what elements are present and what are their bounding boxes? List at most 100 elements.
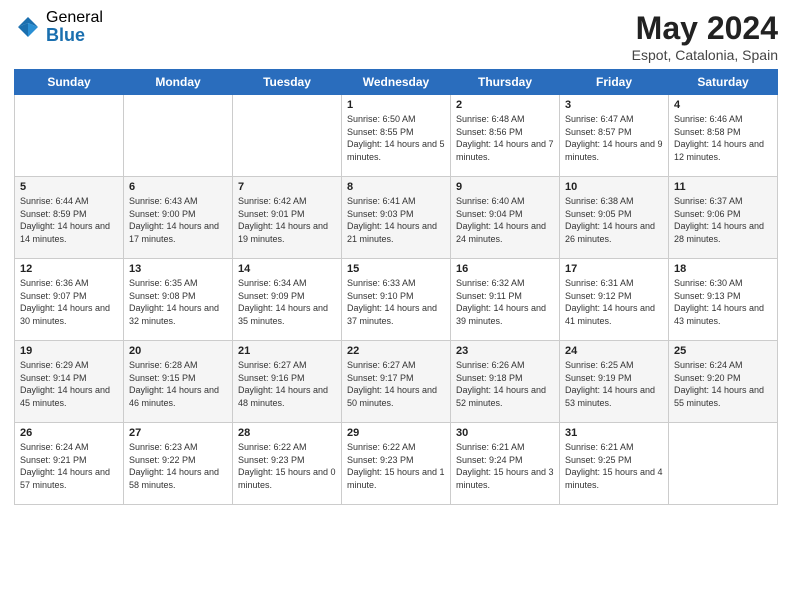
day-info: Sunrise: 6:24 AM Sunset: 9:21 PM Dayligh… [20,441,118,491]
main-title: May 2024 [632,10,778,47]
day-number: 18 [674,263,772,275]
calendar-cell: 25 Sunrise: 6:24 AM Sunset: 9:20 PM Dayli… [669,341,778,423]
calendar-cell: 29 Sunrise: 6:22 AM Sunset: 9:23 PM Dayli… [342,423,451,505]
calendar-cell [233,95,342,177]
day-number: 30 [456,427,554,439]
day-number: 3 [565,99,663,111]
week-row-5: 26 Sunrise: 6:24 AM Sunset: 9:21 PM Dayli… [15,423,778,505]
day-number: 28 [238,427,336,439]
day-number: 23 [456,345,554,357]
day-info: Sunrise: 6:30 AM Sunset: 9:13 PM Dayligh… [674,277,772,327]
day-number: 10 [565,181,663,193]
col-header-thursday: Thursday [451,70,560,95]
day-info: Sunrise: 6:37 AM Sunset: 9:06 PM Dayligh… [674,195,772,245]
day-info: Sunrise: 6:26 AM Sunset: 9:18 PM Dayligh… [456,359,554,409]
day-info: Sunrise: 6:48 AM Sunset: 8:56 PM Dayligh… [456,113,554,163]
col-header-sunday: Sunday [15,70,124,95]
day-info: Sunrise: 6:42 AM Sunset: 9:01 PM Dayligh… [238,195,336,245]
week-row-4: 19 Sunrise: 6:29 AM Sunset: 9:14 PM Dayli… [15,341,778,423]
day-info: Sunrise: 6:50 AM Sunset: 8:55 PM Dayligh… [347,113,445,163]
day-number: 21 [238,345,336,357]
calendar-cell: 26 Sunrise: 6:24 AM Sunset: 9:21 PM Dayli… [15,423,124,505]
calendar-cell: 6Sunrise: 6:43 AM Sunset: 9:00 PM Daylig… [124,177,233,259]
calendar-cell: 19 Sunrise: 6:29 AM Sunset: 9:14 PM Dayli… [15,341,124,423]
day-info: Sunrise: 6:28 AM Sunset: 9:15 PM Dayligh… [129,359,227,409]
day-number: 8 [347,181,445,193]
day-info: Sunrise: 6:29 AM Sunset: 9:14 PM Dayligh… [20,359,118,409]
week-row-1: 1 Sunrise: 6:50 AM Sunset: 8:55 PM Daylig… [15,95,778,177]
day-info: Sunrise: 6:35 AM Sunset: 9:08 PM Dayligh… [129,277,227,327]
day-info: Sunrise: 6:27 AM Sunset: 9:16 PM Dayligh… [238,359,336,409]
day-info: Sunrise: 6:22 AM Sunset: 9:23 PM Dayligh… [347,441,445,491]
day-info: Sunrise: 6:41 AM Sunset: 9:03 PM Dayligh… [347,195,445,245]
calendar-cell: 14 Sunrise: 6:34 AM Sunset: 9:09 PM Dayli… [233,259,342,341]
day-info: Sunrise: 6:46 AM Sunset: 8:58 PM Dayligh… [674,113,772,163]
subtitle: Espot, Catalonia, Spain [632,47,778,63]
day-number: 13 [129,263,227,275]
day-number: 15 [347,263,445,275]
day-number: 20 [129,345,227,357]
day-info: Sunrise: 6:44 AM Sunset: 8:59 PM Dayligh… [20,195,118,245]
calendar-cell: 5 Sunrise: 6:44 AM Sunset: 8:59 PM Daylig… [15,177,124,259]
calendar-cell: 15Sunrise: 6:33 AM Sunset: 9:10 PM Dayli… [342,259,451,341]
col-header-wednesday: Wednesday [342,70,451,95]
day-number: 12 [20,263,118,275]
calendar-cell: 2 Sunrise: 6:48 AM Sunset: 8:56 PM Daylig… [451,95,560,177]
day-number: 2 [456,99,554,111]
day-number: 9 [456,181,554,193]
day-info: Sunrise: 6:25 AM Sunset: 9:19 PM Dayligh… [565,359,663,409]
day-number: 4 [674,99,772,111]
col-header-tuesday: Tuesday [233,70,342,95]
day-info: Sunrise: 6:31 AM Sunset: 9:12 PM Dayligh… [565,277,663,327]
day-info: Sunrise: 6:36 AM Sunset: 9:07 PM Dayligh… [20,277,118,327]
logo: General Blue [14,10,103,44]
week-row-2: 5 Sunrise: 6:44 AM Sunset: 8:59 PM Daylig… [15,177,778,259]
calendar-cell: 23 Sunrise: 6:26 AM Sunset: 9:18 PM Dayli… [451,341,560,423]
calendar-cell: 1 Sunrise: 6:50 AM Sunset: 8:55 PM Daylig… [342,95,451,177]
logo-icon [14,13,42,41]
calendar-cell: 31Sunrise: 6:21 AM Sunset: 9:25 PM Dayli… [560,423,669,505]
page: General Blue May 2024 Espot, Catalonia, … [0,0,792,612]
calendar-cell: 21 Sunrise: 6:27 AM Sunset: 9:16 PM Dayli… [233,341,342,423]
day-info: Sunrise: 6:47 AM Sunset: 8:57 PM Dayligh… [565,113,663,163]
day-info: Sunrise: 6:32 AM Sunset: 9:11 PM Dayligh… [456,277,554,327]
day-number: 26 [20,427,118,439]
day-number: 29 [347,427,445,439]
calendar-cell: 9 Sunrise: 6:40 AM Sunset: 9:04 PM Daylig… [451,177,560,259]
logo-text: General Blue [46,10,103,44]
day-number: 1 [347,99,445,111]
day-number: 24 [565,345,663,357]
calendar-cell: 3 Sunrise: 6:47 AM Sunset: 8:57 PM Daylig… [560,95,669,177]
calendar-cell: 10 Sunrise: 6:38 AM Sunset: 9:05 PM Dayli… [560,177,669,259]
day-info: Sunrise: 6:24 AM Sunset: 9:20 PM Dayligh… [674,359,772,409]
col-header-monday: Monday [124,70,233,95]
col-header-saturday: Saturday [669,70,778,95]
calendar-cell: 30Sunrise: 6:21 AM Sunset: 9:24 PM Dayli… [451,423,560,505]
calendar-cell: 18 Sunrise: 6:30 AM Sunset: 9:13 PM Dayli… [669,259,778,341]
header: General Blue May 2024 Espot, Catalonia, … [14,10,778,63]
day-info: Sunrise: 6:34 AM Sunset: 9:09 PM Dayligh… [238,277,336,327]
logo-general: General [46,10,103,26]
day-number: 31 [565,427,663,439]
title-block: May 2024 Espot, Catalonia, Spain [632,10,778,63]
day-info: Sunrise: 6:43 AM Sunset: 9:00 PM Dayligh… [129,195,227,245]
calendar-cell: 20 Sunrise: 6:28 AM Sunset: 9:15 PM Dayli… [124,341,233,423]
day-info: Sunrise: 6:38 AM Sunset: 9:05 PM Dayligh… [565,195,663,245]
day-number: 17 [565,263,663,275]
calendar-cell [124,95,233,177]
day-info: Sunrise: 6:27 AM Sunset: 9:17 PM Dayligh… [347,359,445,409]
day-info: Sunrise: 6:40 AM Sunset: 9:04 PM Dayligh… [456,195,554,245]
day-number: 14 [238,263,336,275]
week-row-3: 12 Sunrise: 6:36 AM Sunset: 9:07 PM Dayli… [15,259,778,341]
calendar-cell: 4 Sunrise: 6:46 AM Sunset: 8:58 PM Daylig… [669,95,778,177]
calendar-cell: 8 Sunrise: 6:41 AM Sunset: 9:03 PM Daylig… [342,177,451,259]
day-number: 25 [674,345,772,357]
day-number: 16 [456,263,554,275]
day-number: 7 [238,181,336,193]
calendar-cell: 11Sunrise: 6:37 AM Sunset: 9:06 PM Dayli… [669,177,778,259]
day-info: Sunrise: 6:23 AM Sunset: 9:22 PM Dayligh… [129,441,227,491]
day-info: Sunrise: 6:22 AM Sunset: 9:23 PM Dayligh… [238,441,336,491]
day-number: 19 [20,345,118,357]
logo-blue: Blue [46,26,103,44]
day-number: 5 [20,181,118,193]
